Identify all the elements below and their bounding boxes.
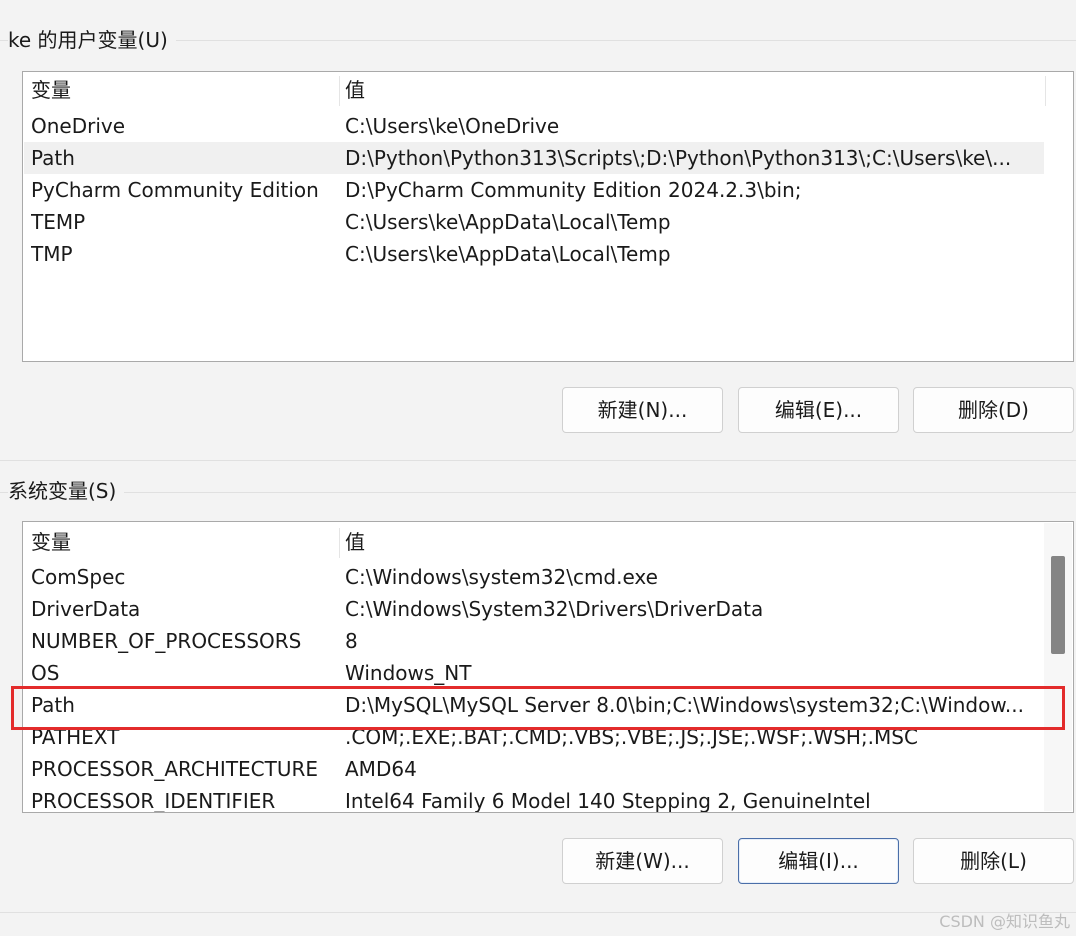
variable-value: C:\Users\ke\OneDrive [345,114,560,138]
user-vars-list-header: 变量 值 [24,74,1046,106]
user-new-button[interactable]: 新建(N)... [562,387,723,433]
table-row[interactable]: PyCharm Community Edition D:\PyCharm Com… [24,174,1044,206]
variable-value: C:\Windows\system32\cmd.exe [345,565,658,589]
variable-value: Intel64 Family 6 Model 140 Stepping 2, G… [345,789,871,813]
table-row[interactable]: TEMP C:\Users\ke\AppData\Local\Temp [24,206,1044,238]
column-divider[interactable] [339,528,340,558]
variable-name: NUMBER_OF_PROCESSORS [31,629,302,653]
table-row[interactable]: TMP C:\Users\ke\AppData\Local\Temp [24,238,1044,270]
user-edit-button[interactable]: 编辑(E)... [738,387,899,433]
user-vars-group-title: ke 的用户变量(U) [8,26,176,54]
variable-name: OS [31,661,60,685]
table-row[interactable]: OneDrive C:\Users\ke\OneDrive [24,110,1044,142]
variable-value: C:\Windows\System32\Drivers\DriverData [345,597,764,621]
variable-name: TMP [31,242,73,266]
column-header-value[interactable]: 值 [345,526,1043,558]
table-row[interactable]: NUMBER_OF_PROCESSORS 8 [24,625,1044,657]
watermark: CSDN @知识鱼丸 [939,912,1070,931]
variable-value: C:\Users\ke\AppData\Local\Temp [345,242,671,266]
column-header-variable[interactable]: 变量 [31,526,336,558]
table-row[interactable]: PROCESSOR_IDENTIFIER Intel64 Family 6 Mo… [24,785,1044,813]
variable-value: D:\Python\Python313\Scripts\;D:\Python\P… [345,146,1012,170]
column-header-value[interactable]: 值 [345,74,1043,106]
variable-name: ComSpec [31,565,126,589]
user-delete-button[interactable]: 删除(D) [913,387,1074,433]
table-row[interactable]: Path D:\Python\Python313\Scripts\;D:\Pyt… [24,142,1044,174]
variable-name: PROCESSOR_ARCHITECTURE [31,757,319,781]
system-vars-list[interactable]: 变量 值 ComSpec C:\Windows\system32\cmd.exe… [22,521,1074,813]
path-highlight-annotation [11,686,1065,730]
variable-name: PyCharm Community Edition [31,178,319,202]
table-row[interactable]: DriverData C:\Windows\System32\Drivers\D… [24,593,1044,625]
variable-value: 8 [345,629,358,653]
variable-value: AMD64 [345,757,417,781]
variable-value: C:\Users\ke\AppData\Local\Temp [345,210,671,234]
table-row[interactable]: ComSpec C:\Windows\system32\cmd.exe [24,561,1044,593]
variable-value: Windows_NT [345,661,472,685]
column-divider[interactable] [339,76,340,106]
system-vars-list-header: 变量 值 [24,526,1046,558]
variable-name: DriverData [31,597,141,621]
variable-name: OneDrive [31,114,126,138]
variable-name: PROCESSOR_IDENTIFIER [31,789,276,813]
system-vars-scrollbar[interactable] [1044,523,1072,811]
system-vars-group-rule [0,492,1076,493]
column-header-variable[interactable]: 变量 [31,74,336,106]
column-divider [1045,76,1046,106]
variable-name: TEMP [31,210,86,234]
variable-value: D:\PyCharm Community Edition 2024.2.3\bi… [345,178,802,202]
system-vars-group-title: 系统变量(S) [8,477,125,505]
table-row[interactable]: OS Windows_NT [24,657,1044,689]
section-divider [0,460,1076,461]
scrollbar-thumb[interactable] [1051,556,1065,654]
user-vars-list[interactable]: 变量 值 OneDrive C:\Users\ke\OneDrive Path … [22,71,1074,362]
system-edit-button[interactable]: 编辑(I)... [738,838,899,884]
system-delete-button[interactable]: 删除(L) [913,838,1074,884]
system-new-button[interactable]: 新建(W)... [562,838,723,884]
variable-name: Path [31,146,75,170]
table-row[interactable]: PROCESSOR_ARCHITECTURE AMD64 [24,753,1044,785]
section-divider [0,912,1076,913]
